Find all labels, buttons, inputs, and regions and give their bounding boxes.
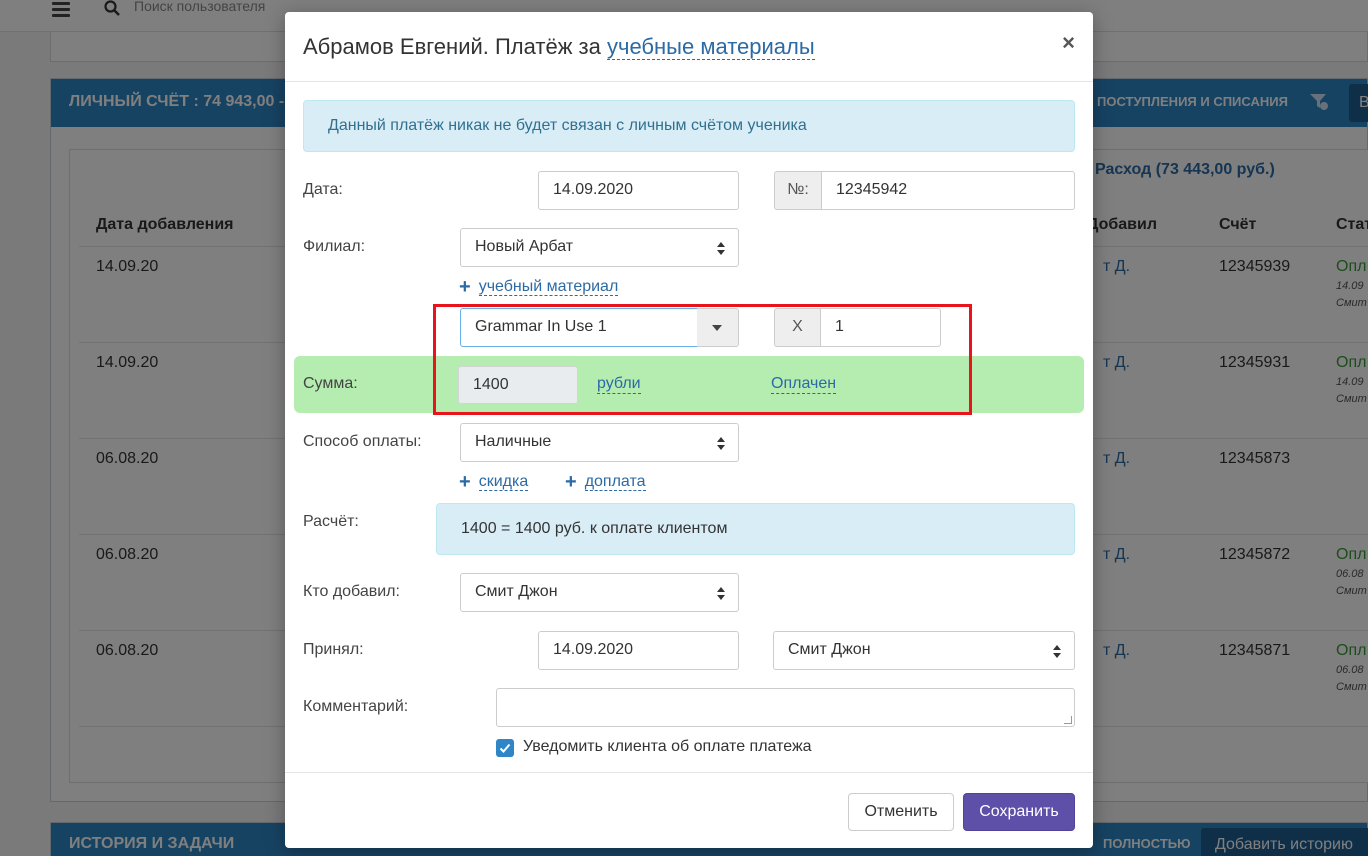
payment-modal: Абрамов Евгений. Платёж за учебные матер… [285, 12, 1093, 848]
notify-checkbox[interactable] [496, 739, 514, 757]
chevron-down-icon[interactable] [697, 308, 739, 347]
add-surcharge-link[interactable]: + доплата [565, 471, 646, 494]
quantity-input[interactable]: 1 [820, 308, 941, 347]
currency-link[interactable]: рубли [597, 375, 641, 394]
branch-select[interactable]: Новый Арбат [460, 228, 739, 267]
cancel-button[interactable]: Отменить [848, 793, 954, 831]
info-alert: Данный платёж никак не будет связан с ли… [303, 100, 1075, 152]
accepted-user-select[interactable]: Смит Джон [773, 631, 1075, 670]
plus-icon: + [459, 471, 471, 493]
added-by-value: Смит Джон [475, 583, 558, 600]
checkmark-icon [499, 743, 511, 753]
calc-result: 1400 = 1400 руб. к оплате клиентом [436, 503, 1075, 555]
accepted-label: Принял: [303, 641, 364, 658]
branch-label: Филиал: [303, 238, 366, 255]
save-button[interactable]: Сохранить [963, 793, 1075, 831]
discount-label: скидка [478, 473, 529, 491]
added-by-label: Кто добавил: [303, 583, 400, 600]
sum-label: Сумма: [303, 375, 358, 392]
select-arrows-icon [716, 437, 726, 450]
modal-title-text: Абрамов Евгений. Платёж за [303, 34, 601, 59]
comment-label: Комментарий: [303, 698, 409, 715]
added-by-select[interactable]: Смит Джон [460, 573, 739, 612]
paid-status-link[interactable]: Оплачен [771, 375, 837, 394]
accepted-user-value: Смит Джон [788, 641, 871, 658]
select-arrows-icon [1052, 645, 1062, 658]
notify-label[interactable]: Уведомить клиента об оплате платежа [523, 738, 812, 756]
add-material-label: учебный материал [478, 278, 619, 296]
plus-icon: + [459, 276, 471, 298]
calc-label: Расчёт: [303, 513, 359, 530]
modal-title: Абрамов Евгений. Платёж за учебные матер… [303, 34, 815, 60]
sum-input[interactable]: 1400 [458, 366, 578, 404]
select-arrows-icon [716, 242, 726, 255]
resize-handle-icon[interactable] [1064, 716, 1072, 724]
comment-textarea[interactable] [496, 688, 1075, 727]
number-addon: №: [774, 171, 822, 210]
number-input[interactable]: 12345942 [821, 171, 1075, 210]
quantity-addon: X [774, 308, 821, 347]
add-material-link[interactable]: + учебный материал [459, 276, 619, 299]
payment-method-select[interactable]: Наличные [460, 423, 739, 462]
plus-icon: + [565, 471, 577, 493]
close-icon[interactable]: × [1062, 32, 1075, 54]
date-label: Дата: [303, 181, 343, 198]
payment-method-value: Наличные [475, 433, 552, 450]
date-input[interactable]: 14.09.2020 [538, 171, 739, 210]
modal-header: Абрамов Евгений. Платёж за учебные матер… [285, 12, 1093, 82]
select-arrows-icon [716, 587, 726, 600]
payment-type-link[interactable]: учебные материалы [606, 34, 815, 60]
add-discount-link[interactable]: + скидка [459, 471, 529, 494]
material-input[interactable]: Grammar In Use 1 [460, 308, 698, 347]
payment-method-label: Способ оплаты: [303, 433, 422, 450]
modal-footer: Отменить Сохранить [285, 772, 1093, 848]
sum-row: Сумма: 1400 рубли Оплачен [294, 356, 1084, 413]
surcharge-label: доплата [584, 473, 646, 491]
accepted-date-input[interactable]: 14.09.2020 [538, 631, 739, 670]
branch-select-value: Новый Арбат [475, 238, 574, 255]
